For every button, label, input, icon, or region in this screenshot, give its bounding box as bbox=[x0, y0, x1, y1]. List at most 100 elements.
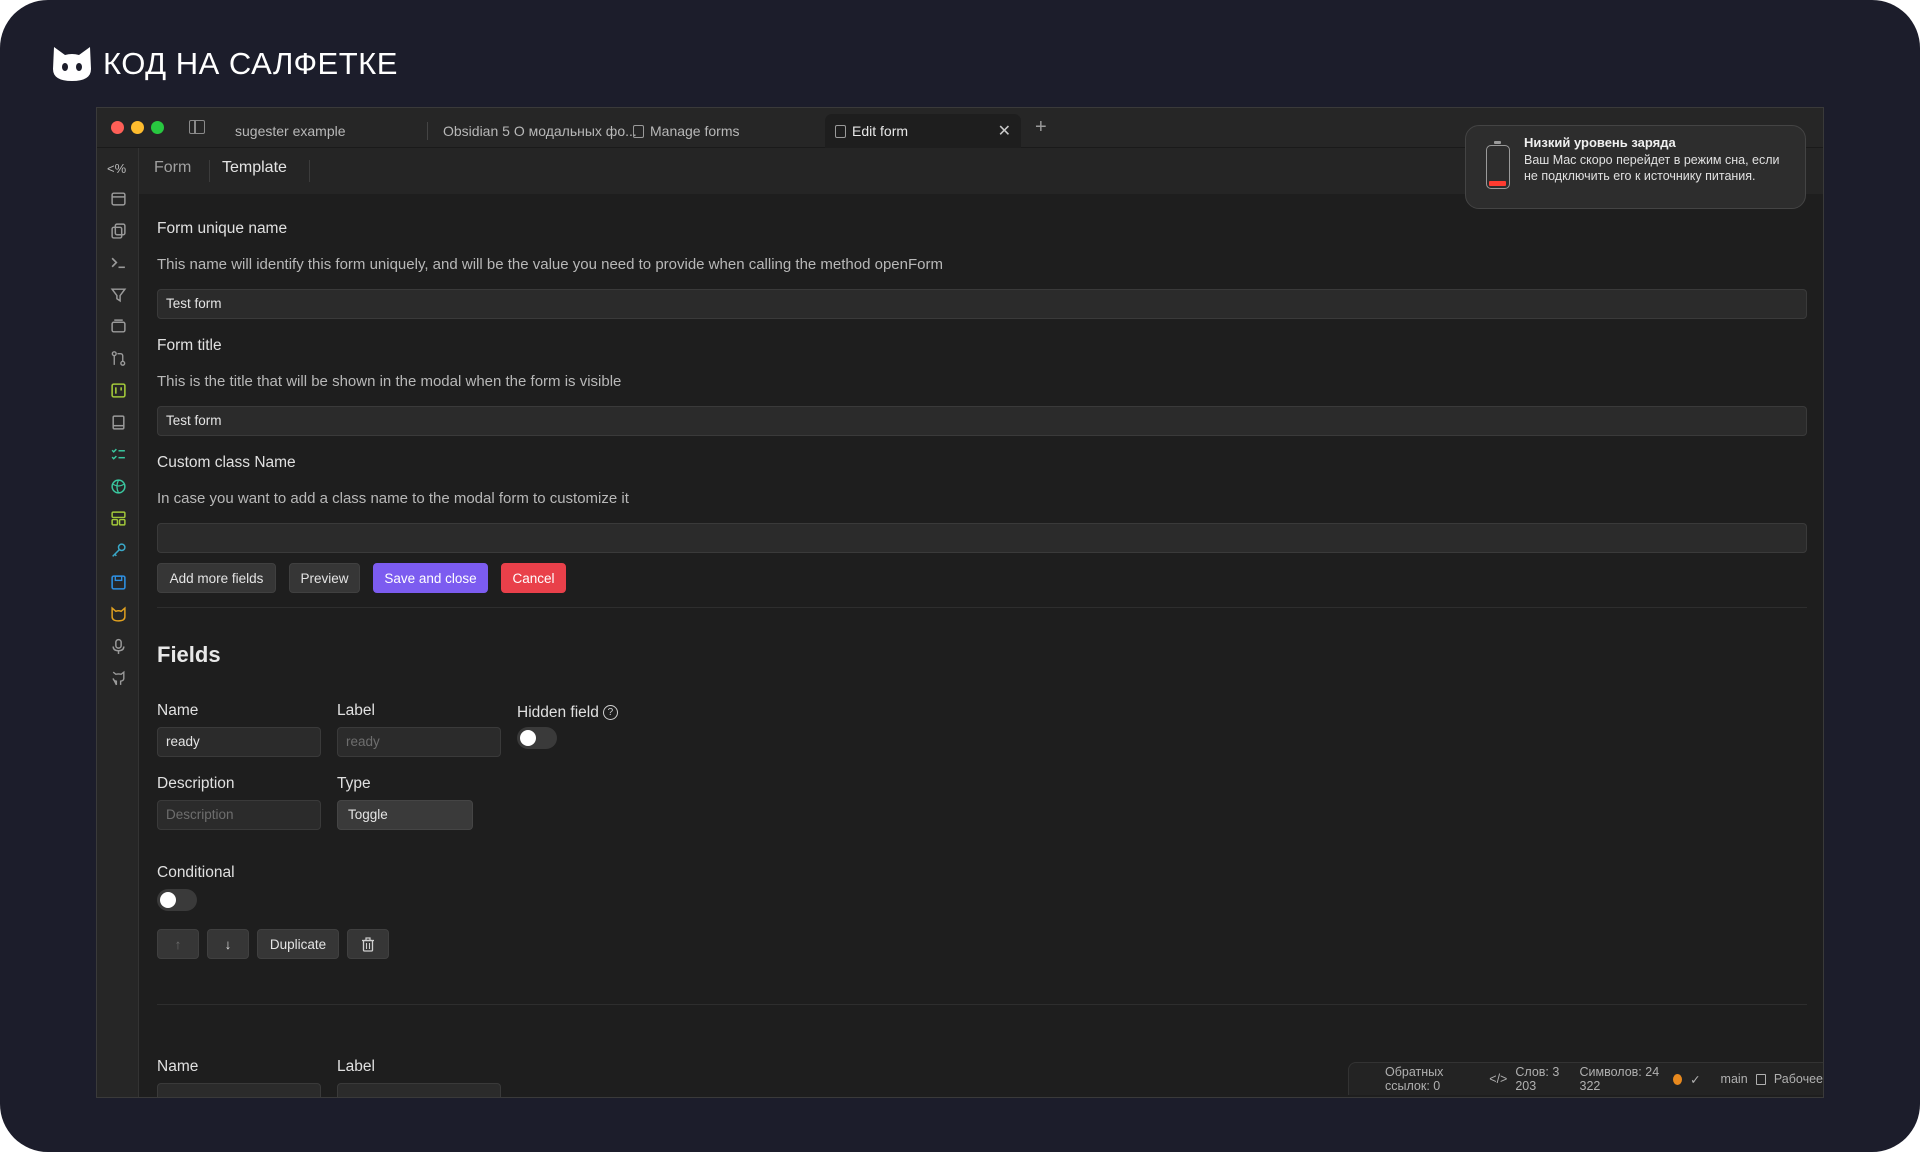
low-battery-notification[interactable]: Низкий уровень заряда Ваш Mac скоро пере… bbox=[1465, 125, 1806, 209]
save-and-close-button[interactable]: Save and close bbox=[373, 563, 488, 593]
globe-icon[interactable] bbox=[108, 476, 128, 496]
help-icon[interactable]: ? bbox=[602, 705, 618, 720]
notification-title: Низкий уровень заряда bbox=[1524, 135, 1676, 150]
ribbon: <% bbox=[97, 148, 139, 1097]
hidden-field-toggle[interactable] bbox=[517, 727, 557, 749]
cat-icon[interactable] bbox=[108, 604, 128, 624]
unique-name-description: This name will identify this form unique… bbox=[157, 256, 943, 273]
char-count: Символов: 24 322 bbox=[1579, 1065, 1660, 1093]
duplicate-button[interactable]: Duplicate bbox=[257, 929, 339, 959]
cat-icon bbox=[53, 47, 91, 81]
section-divider bbox=[157, 607, 1807, 608]
file-icon bbox=[835, 124, 846, 138]
add-more-fields-button[interactable]: Add more fields bbox=[157, 563, 276, 593]
class-name-description: In case you want to add a class name to … bbox=[157, 490, 629, 507]
sync-status-icon[interactable] bbox=[1673, 1073, 1683, 1085]
minimize-window-button[interactable] bbox=[131, 121, 144, 134]
notification-body: Ваш Mac скоро перейдет в режим сна, если… bbox=[1524, 153, 1780, 183]
move-down-button[interactable]: ↓ bbox=[207, 929, 249, 959]
tab-manage-forms[interactable]: Manage forms bbox=[623, 114, 749, 148]
class-name-label: Custom class Name bbox=[157, 454, 296, 471]
git-branch[interactable]: main bbox=[1721, 1072, 1748, 1086]
field-name-input[interactable]: ready bbox=[157, 727, 321, 757]
field-name-label: Name bbox=[157, 1058, 199, 1075]
arrow-down-icon: ↓ bbox=[224, 936, 232, 952]
screenshot-frame: КОД НА САЛФЕТКЕ sugester example Obsidia… bbox=[0, 0, 1920, 1152]
close-icon[interactable]: ✕ bbox=[998, 121, 1011, 141]
delete-button[interactable] bbox=[347, 929, 389, 959]
field-name-input[interactable] bbox=[157, 1083, 321, 1097]
field-label-input[interactable] bbox=[337, 1083, 501, 1097]
battery-icon bbox=[1486, 141, 1510, 189]
field-description-input[interactable]: Description bbox=[157, 800, 321, 830]
tab-edit-form[interactable]: Edit form ✕ bbox=[825, 114, 1021, 148]
save-icon[interactable] bbox=[108, 572, 128, 592]
layout-icon[interactable] bbox=[108, 508, 128, 528]
field-divider bbox=[157, 1004, 1807, 1005]
tab-obsidian-5[interactable]: Obsidian 5 О модальных фо... bbox=[433, 114, 647, 148]
tab-sugester-example[interactable]: sugester example bbox=[225, 114, 356, 148]
field-type-label: Type bbox=[337, 775, 371, 792]
field-label-input[interactable]: ready bbox=[337, 727, 501, 757]
filter-icon[interactable] bbox=[108, 284, 128, 304]
status-bar: Обратных ссылок: 0 </> Слов: 3 203 Симво… bbox=[1348, 1062, 1823, 1095]
tab-separator bbox=[309, 160, 310, 182]
form-title-description: This is the title that will be shown in … bbox=[157, 373, 622, 390]
conditional-toggle[interactable] bbox=[157, 889, 197, 911]
tab-form[interactable]: Form bbox=[154, 159, 191, 177]
workspace-name[interactable]: Рабочее bbox=[1774, 1072, 1823, 1086]
kanban-icon[interactable] bbox=[108, 380, 128, 400]
field-name-label: Name bbox=[157, 702, 199, 719]
zoom-window-button[interactable] bbox=[151, 121, 164, 134]
terminal-icon[interactable] bbox=[108, 252, 128, 272]
templater-icon[interactable]: <% bbox=[107, 158, 126, 178]
tab-label: Edit form bbox=[852, 123, 909, 139]
copy-icon[interactable] bbox=[108, 220, 128, 240]
plus-icon[interactable]: + bbox=[1035, 116, 1047, 139]
tab-label: Manage forms bbox=[650, 123, 740, 139]
tab-template[interactable]: Template bbox=[222, 159, 287, 177]
layers-icon[interactable] bbox=[108, 316, 128, 336]
app-window: sugester example Obsidian 5 О модальных … bbox=[96, 107, 1824, 1098]
arrow-up-icon: ↑ bbox=[174, 936, 182, 952]
sidebar-toggle-icon[interactable] bbox=[189, 120, 205, 134]
form-title-label: Form title bbox=[157, 337, 222, 354]
field-label-label: Label bbox=[337, 702, 375, 719]
unique-name-label: Form unique name bbox=[157, 220, 288, 237]
hidden-field-text: Hidden field bbox=[517, 704, 599, 721]
word-count: Слов: 3 203 bbox=[1515, 1065, 1560, 1093]
workspace-icon bbox=[1755, 1073, 1766, 1085]
microphone-icon[interactable] bbox=[108, 636, 128, 656]
brand-title: КОД НА САЛФЕТКЕ bbox=[103, 46, 398, 81]
brand: КОД НА САЛФЕТКЕ bbox=[51, 42, 398, 86]
field-description-label: Description bbox=[157, 775, 235, 792]
cancel-button[interactable]: Cancel bbox=[501, 563, 566, 593]
checklist-icon[interactable] bbox=[108, 444, 128, 464]
tab-label: Obsidian 5 О модальных фо... bbox=[443, 123, 637, 139]
tab-label: sugester example bbox=[235, 123, 346, 139]
git-compare-icon[interactable] bbox=[108, 348, 128, 368]
check-icon[interactable]: ✓ bbox=[1690, 1072, 1700, 1087]
github-icon[interactable] bbox=[108, 668, 128, 688]
calendar-icon[interactable] bbox=[108, 188, 128, 208]
hidden-field-label: Hidden field? bbox=[517, 704, 618, 722]
key-icon[interactable] bbox=[108, 540, 128, 560]
backlinks-count[interactable]: Обратных ссылок: 0 bbox=[1385, 1065, 1481, 1093]
conditional-label: Conditional bbox=[157, 864, 235, 881]
preview-button[interactable]: Preview bbox=[289, 563, 360, 593]
book-icon[interactable] bbox=[108, 412, 128, 432]
tab-separator bbox=[209, 160, 210, 182]
class-name-input[interactable] bbox=[157, 523, 1807, 553]
fields-heading: Fields bbox=[157, 642, 221, 667]
code-icon[interactable]: </> bbox=[1489, 1072, 1507, 1086]
copy-icon bbox=[633, 124, 644, 138]
form-title-input[interactable]: Test form bbox=[157, 406, 1807, 436]
unique-name-input[interactable]: Test form bbox=[157, 289, 1807, 319]
field-type-select[interactable]: Toggle bbox=[337, 800, 473, 830]
field-label-label: Label bbox=[337, 1058, 375, 1075]
move-up-button[interactable]: ↑ bbox=[157, 929, 199, 959]
editor-content: Form unique name This name will identify… bbox=[139, 194, 1823, 1097]
tab-separator bbox=[427, 122, 428, 140]
close-window-button[interactable] bbox=[111, 121, 124, 134]
trash-icon bbox=[362, 936, 374, 952]
